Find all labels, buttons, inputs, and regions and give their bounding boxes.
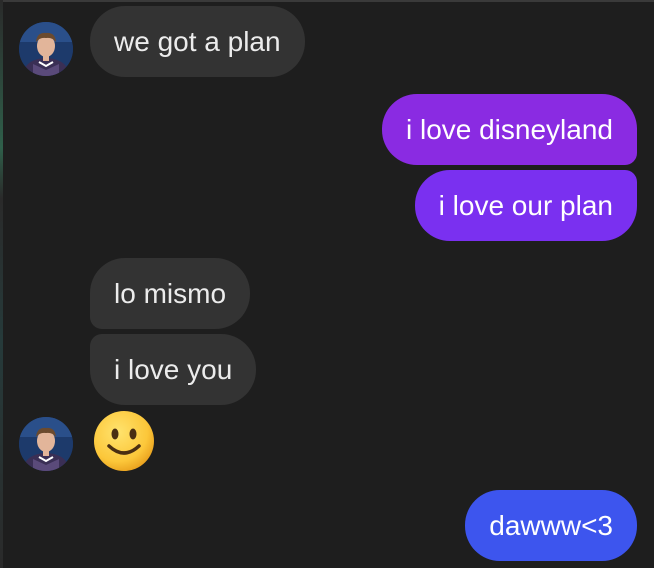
message-bubble-outgoing[interactable]: dawww<3 [465,490,637,561]
message-text: i love disneyland [405,114,613,145]
avatar-photo-icon [19,417,73,471]
message-text: lo mismo [114,278,227,309]
message-bubble-incoming[interactable]: i love you [90,334,257,405]
avatar-photo-icon [19,22,73,76]
message-bubble-outgoing[interactable]: i love our plan [414,170,637,241]
window-top-border [0,0,654,2]
message-bubble-outgoing[interactable]: i love disneyland [381,94,637,165]
message-text: dawww<3 [489,510,613,541]
message-bubble-incoming[interactable]: lo mismo [90,258,251,329]
message-text: i love you [114,354,233,385]
slightly-smiling-face-icon[interactable] [93,410,155,472]
window-left-edge [0,0,3,568]
message-text: we got a plan [114,26,281,57]
sender-avatar[interactable] [19,22,73,76]
sender-avatar[interactable] [19,417,73,471]
message-text: i love our plan [438,190,613,221]
message-bubble-incoming[interactable]: we got a plan [90,6,305,77]
